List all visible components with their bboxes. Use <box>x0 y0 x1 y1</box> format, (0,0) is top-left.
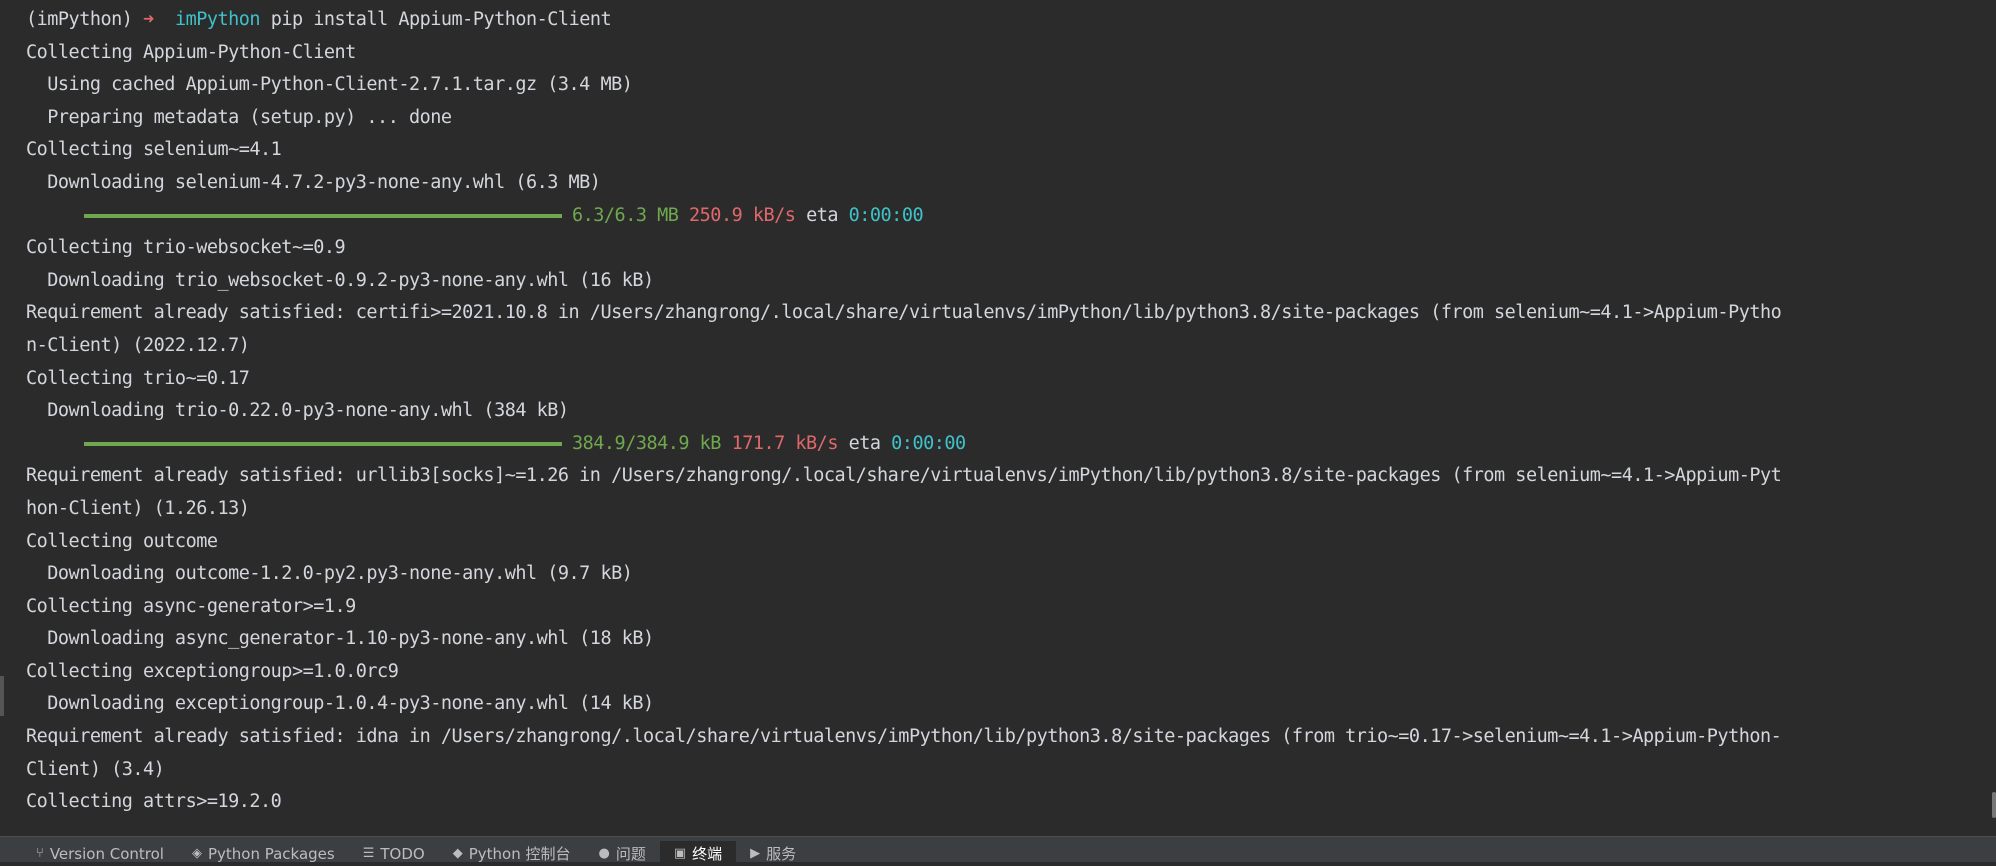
progress-speed: 171.7 kB/s <box>731 432 839 454</box>
output-line: Downloading selenium-4.7.2-py3-none-any.… <box>26 171 601 193</box>
list-icon: ☰ <box>362 846 375 861</box>
output-line: Collecting exceptiongroup>=1.0.0rc9 <box>26 660 399 682</box>
tab-label: Version Control <box>49 844 164 863</box>
progress-eta-label: eta <box>848 432 881 454</box>
tab-problems[interactable]: ● 问题 <box>584 841 659 866</box>
tool-window-bar: ⑂ Version Control ◈ Python Packages ☰ TODO … <box>0 836 1996 866</box>
output-line: Collecting trio~=0.17 <box>26 367 250 389</box>
download-progress-row: 384.9/384.9 kB 171.7 kB/s eta 0:00:00 <box>26 428 1996 461</box>
output-line: Downloading trio_websocket-0.9.2-py3-non… <box>26 269 654 291</box>
command-text: pip install Appium-Python-Client <box>270 9 612 30</box>
output-line: Requirement already satisfied: certifi>=… <box>26 302 1782 324</box>
progress-size: 384.9/384.9 kB <box>572 432 721 454</box>
tab-label: 问题 <box>615 845 646 863</box>
tab-python-packages[interactable]: ◈ Python Packages <box>178 841 349 866</box>
tab-label: TODO <box>380 844 425 863</box>
output-line: Preparing metadata (setup.py) ... done <box>26 106 452 128</box>
prompt-env: (imPython) <box>26 9 133 30</box>
gutter-marker <box>0 676 4 716</box>
progress-eta: 0:00:00 <box>848 204 924 226</box>
output-line: Requirement already satisfied: urllib3[s… <box>26 465 1782 487</box>
progress-bar <box>84 442 562 447</box>
progress-size: 6.3/6.3 MB <box>572 204 679 226</box>
play-icon: ▶ <box>750 846 761 861</box>
output-line: Collecting async-generator>=1.9 <box>26 595 356 617</box>
download-progress-row: 6.3/6.3 MB 250.9 kB/s eta 0:00:00 <box>26 200 1996 233</box>
tab-label: 服务 <box>766 845 797 863</box>
output-line: Client) (3.4) <box>26 758 165 780</box>
tab-label: 终端 <box>692 845 723 863</box>
tab-python-console[interactable]: ◆ Python 控制台 <box>439 841 585 866</box>
prompt-line: (imPython) ➜ imPython pip install Appium… <box>26 4 1996 37</box>
output-line: Collecting selenium~=4.1 <box>26 139 282 161</box>
output-line: Downloading exceptiongroup-1.0.4-py3-non… <box>26 693 654 715</box>
output-line: Collecting attrs>=19.2.0 <box>26 791 282 813</box>
python-icon: ◆ <box>452 846 463 861</box>
prompt-arrow: ➜ <box>143 9 154 30</box>
scrollbar-thumb[interactable] <box>1992 792 1996 818</box>
tab-label: Python 控制台 <box>468 845 571 863</box>
output-line: Using cached Appium-Python-Client-2.7.1.… <box>26 74 633 96</box>
output-line: hon-Client) (1.26.13) <box>26 497 250 519</box>
tab-label: Python Packages <box>207 844 335 863</box>
output-line: Downloading trio-0.22.0-py3-none-any.whl… <box>26 400 569 422</box>
output-line: Downloading outcome-1.2.0-py2.py3-none-a… <box>26 563 633 585</box>
output-line: Downloading async_generator-1.10-py3-non… <box>26 628 654 650</box>
tab-terminal[interactable]: ▣ 终端 <box>659 841 737 866</box>
output-line: n-Client) (2022.12.7) <box>26 334 250 356</box>
branch-icon: ⑂ <box>36 846 44 861</box>
packages-icon: ◈ <box>191 846 202 861</box>
tab-todo[interactable]: ☰ TODO <box>349 841 439 866</box>
tab-services[interactable]: ▶ 服务 <box>736 841 810 866</box>
progress-fill <box>84 442 562 447</box>
terminal-panel[interactable]: (imPython) ➜ imPython pip install Appium… <box>4 0 1996 836</box>
progress-fill <box>84 213 562 218</box>
output-line: Requirement already satisfied: idna in /… <box>26 726 1782 748</box>
progress-bar <box>84 213 562 218</box>
output-line: Collecting trio-websocket~=0.9 <box>26 237 346 259</box>
tab-version-control[interactable]: ⑂ Version Control <box>22 841 178 866</box>
prompt-dir: imPython <box>174 9 261 30</box>
output-line: Collecting outcome <box>26 530 218 552</box>
terminal-icon: ▣ <box>673 846 687 861</box>
progress-eta-label: eta <box>806 204 838 226</box>
output-line: Collecting Appium-Python-Client <box>26 41 356 63</box>
warning-icon: ● <box>598 846 610 861</box>
progress-eta: 0:00:00 <box>891 432 966 454</box>
progress-speed: 250.9 kB/s <box>689 204 796 226</box>
